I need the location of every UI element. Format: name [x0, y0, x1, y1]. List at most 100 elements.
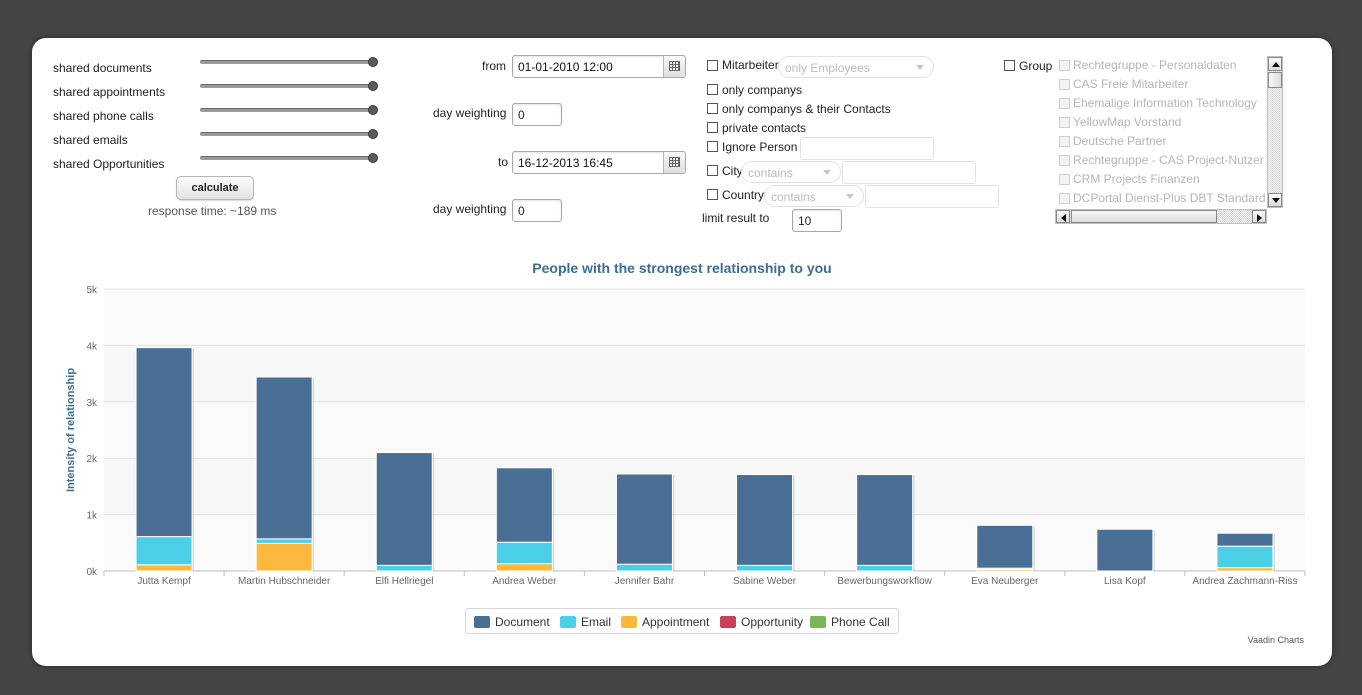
opportunities-slider[interactable] [200, 153, 378, 163]
slider-knob[interactable] [368, 105, 378, 115]
to-calendar-button[interactable] [663, 152, 685, 173]
bar-segment [856, 564, 914, 572]
x-tick-label: Elfi Hellriegel [375, 576, 433, 587]
private-contacts-checkbox[interactable] [707, 122, 718, 133]
legend-item-document[interactable]: Document [474, 615, 550, 629]
horizontal-scroll-thumb[interactable] [1071, 210, 1217, 223]
scroll-right-button[interactable] [1252, 210, 1266, 223]
group-item-checkbox[interactable] [1059, 174, 1070, 185]
slider-knob[interactable] [368, 81, 378, 91]
mitarbeiter-checkbox[interactable] [707, 60, 718, 71]
calculate-button[interactable]: calculate [176, 176, 254, 200]
group-item: Deutsche Partner [1073, 134, 1167, 148]
slider-knob[interactable] [368, 57, 378, 67]
country-label: Country [722, 188, 765, 202]
group-list[interactable]: Rechtegruppe - Personaldaten CAS Freie M… [1055, 56, 1283, 224]
group-item-checkbox[interactable] [1059, 98, 1070, 109]
scroll-left-button[interactable] [1056, 210, 1070, 223]
legend-label: Document [495, 615, 550, 629]
country-input[interactable] [865, 185, 999, 208]
bar-segment [1216, 545, 1274, 569]
slider-knob[interactable] [368, 153, 378, 163]
chevron-down-icon [846, 194, 854, 199]
y-tick-label: 2k [86, 454, 98, 465]
ignore-person-checkbox[interactable] [707, 141, 718, 152]
chart-credit: Vaadin Charts [1247, 635, 1304, 645]
group-item-checkbox[interactable] [1059, 79, 1070, 90]
bar-segment [375, 452, 433, 566]
limit-result-input[interactable]: 10 [792, 209, 842, 232]
only-companys-label: only companys [722, 83, 803, 97]
group-checkbox[interactable] [1004, 60, 1015, 71]
group-label: Group [1019, 59, 1053, 73]
legend-item-phone-call[interactable]: Phone Call [810, 615, 890, 629]
x-tick-label: Andrea Weber [492, 576, 557, 587]
only-companys-contacts-checkbox[interactable] [707, 103, 718, 114]
arrow-up-icon [1272, 62, 1280, 67]
country-checkbox[interactable] [707, 189, 718, 200]
from-day-weighting-label: day weighting [433, 106, 507, 120]
group-item: CAS Freie Mitarbeiter [1073, 77, 1189, 91]
legend-item-opportunity[interactable]: Opportunity [720, 615, 803, 629]
mitarbeiter-select[interactable]: only Employees [778, 56, 934, 78]
scroll-up-button[interactable] [1268, 57, 1282, 71]
group-list-horizontal-scrollbar[interactable] [1055, 209, 1267, 224]
bar-segment [736, 564, 794, 572]
city-operator-select[interactable]: contains [741, 161, 841, 183]
bar-segment [495, 467, 553, 543]
city-checkbox[interactable] [707, 165, 718, 176]
phone-calls-slider[interactable] [200, 105, 378, 115]
slider-label-documents: shared documents [53, 61, 152, 75]
from-date-value: 01-01-2010 12:00 [518, 60, 613, 74]
vertical-scroll-thumb[interactable] [1268, 72, 1282, 88]
to-date-field[interactable]: 16-12-2013 16:45 [512, 151, 686, 174]
emails-slider[interactable] [200, 129, 378, 139]
group-item-checkbox[interactable] [1059, 117, 1070, 128]
from-label: from [482, 59, 506, 73]
city-label: City [722, 164, 743, 178]
chart-title: People with the strongest relationship t… [532, 260, 832, 276]
chart-legend: Document Email Appointment Opportunity P… [465, 608, 899, 634]
bar-segment [615, 473, 673, 565]
from-calendar-button[interactable] [663, 56, 685, 77]
bar-segment [135, 347, 193, 538]
x-tick-label: Bewerbungsworkflow [837, 576, 932, 587]
arrow-right-icon [1257, 214, 1262, 222]
documents-slider[interactable] [200, 57, 378, 67]
only-companys-contacts-label: only companys & their Contacts [722, 102, 891, 116]
legend-label: Email [581, 615, 612, 629]
slider-knob[interactable] [368, 129, 378, 139]
group-item: DCPortal Dienst-Plus DBT Standard [1073, 191, 1266, 205]
bar-segment [135, 536, 193, 566]
group-list-vertical-scrollbar[interactable] [1267, 56, 1283, 208]
y-tick-label: 1k [86, 511, 98, 522]
from-date-field[interactable]: 01-01-2010 12:00 [512, 55, 686, 78]
x-tick-label: Lisa Kopf [1104, 576, 1146, 587]
y-tick-label: 5k [86, 285, 98, 296]
group-item-checkbox[interactable] [1059, 193, 1070, 204]
group-item-checkbox[interactable] [1059, 136, 1070, 147]
legend-swatch [720, 616, 736, 628]
from-day-weighting-input[interactable]: 0 [512, 103, 562, 126]
legend-item-appointment[interactable]: Appointment [621, 615, 709, 629]
bar-segment [255, 538, 313, 544]
only-companys-checkbox[interactable] [707, 84, 718, 95]
y-tick-label: 0k [86, 567, 98, 578]
ignore-person-label: Ignore Person [722, 140, 798, 154]
city-input[interactable] [842, 161, 976, 184]
calendar-icon [669, 61, 680, 71]
slider-label-phone-calls: shared phone calls [53, 109, 154, 123]
private-contacts-label: private contacts [722, 121, 807, 135]
scroll-down-button[interactable] [1268, 193, 1282, 207]
legend-swatch [560, 616, 576, 628]
country-operator-select[interactable]: contains [764, 185, 864, 207]
group-item-checkbox[interactable] [1059, 155, 1070, 166]
group-item-checkbox[interactable] [1059, 60, 1070, 71]
group-item: Rechtegruppe - Personaldaten [1073, 58, 1237, 72]
bar-segment [615, 563, 673, 572]
legend-label: Phone Call [831, 615, 890, 629]
ignore-person-input[interactable] [800, 137, 934, 160]
to-day-weighting-input[interactable]: 0 [512, 199, 562, 222]
appointments-slider[interactable] [200, 81, 378, 91]
legend-item-email[interactable]: Email [560, 615, 611, 629]
